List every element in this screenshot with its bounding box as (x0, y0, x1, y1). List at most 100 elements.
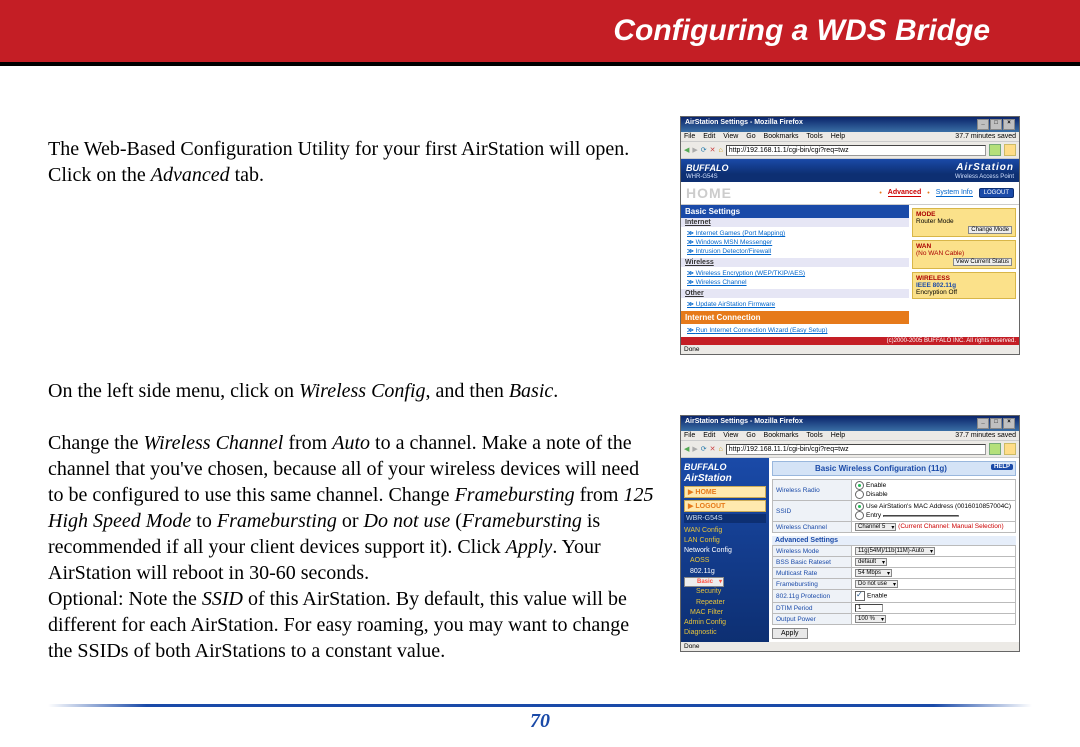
mode-value: Router Mode (916, 218, 1012, 225)
stop-icon[interactable]: ✕ (710, 146, 716, 154)
link-item[interactable]: Update AirStation Firmware (687, 300, 903, 308)
radio-use-mac[interactable] (855, 502, 864, 511)
link-item[interactable]: Wireless Encryption (WEP/TKIP/AES) (687, 269, 903, 277)
maximize-icon[interactable]: □ (990, 119, 1002, 130)
link-item[interactable]: Wireless Channel (687, 278, 903, 286)
menu-help[interactable]: Help (831, 133, 845, 140)
close-icon[interactable]: × (1003, 418, 1015, 429)
menu-tools[interactable]: Tools (806, 432, 822, 439)
close-icon[interactable]: × (1003, 119, 1015, 130)
minimize-icon[interactable]: _ (977, 119, 989, 130)
forward-icon[interactable]: ▶ (692, 445, 697, 453)
stop-icon[interactable]: ✕ (710, 445, 716, 453)
wan-hdr: WAN (916, 243, 1012, 250)
menu-bookmarks[interactable]: Bookmarks (764, 432, 799, 439)
label: Wireless Mode (773, 546, 852, 557)
apply-button[interactable]: Apply (772, 628, 808, 639)
tree-network[interactable]: Network Config (684, 546, 766, 556)
ssid-input[interactable] (883, 515, 959, 517)
tree-repeater[interactable]: Repeater (684, 598, 766, 608)
sidebar-home-button[interactable]: ▶HOME (684, 486, 766, 498)
output-power-select[interactable]: 100 % (855, 615, 886, 623)
dtim-input[interactable]: 1 (855, 604, 883, 612)
row-multicast: Multicast Rate54 Mbps (773, 568, 1016, 579)
protection-checkbox[interactable] (855, 591, 865, 601)
help-button[interactable]: HELP (991, 464, 1013, 470)
forward-icon[interactable]: ▶ (692, 146, 697, 154)
status-bar: Done (681, 345, 1019, 354)
link-item[interactable]: Internet Games (Port Mapping) (687, 229, 903, 237)
tree-macfilter[interactable]: MAC Filter (684, 608, 766, 618)
menu-bookmarks[interactable]: Bookmarks (764, 133, 799, 140)
donotuse-ref: Do not use (364, 510, 451, 532)
tree-wan[interactable]: WAN Config (684, 526, 766, 536)
window-buttons: _ □ × (977, 418, 1015, 429)
screenshot-column: AirStation Settings - Mozilla Firefox _ … (680, 116, 1020, 664)
radio-disable[interactable] (855, 490, 864, 499)
fasterfox-timer: 37.7 minutes saved (955, 432, 1016, 439)
tree-admin[interactable]: Admin Config (684, 618, 766, 628)
home-icon[interactable]: ⌂ (719, 446, 723, 453)
tree-security[interactable]: Security (684, 587, 766, 597)
bss-select[interactable]: default (855, 558, 887, 566)
nav-systeminfo[interactable]: System Info (936, 189, 973, 197)
maximize-icon[interactable]: □ (990, 418, 1002, 429)
screenshot-wireless-config: AirStation Settings - Mozilla Firefox _ … (680, 415, 1020, 652)
menu-edit[interactable]: Edit (703, 432, 715, 439)
logout-button[interactable]: LOGOUT (979, 188, 1014, 198)
link-item[interactable]: Intrusion Detector/Firewall (687, 247, 903, 255)
home-icon[interactable]: ⌂ (719, 147, 723, 154)
sidebar-logout-button[interactable]: ▶LOGOUT (684, 500, 766, 512)
internet-header[interactable]: Internet (681, 218, 909, 227)
bookmark-icon[interactable] (1004, 144, 1016, 156)
menu-go[interactable]: Go (746, 133, 755, 140)
channel-select[interactable]: Channel 5 (855, 523, 896, 531)
reload-icon[interactable]: ⟳ (701, 146, 707, 154)
framebursting-ref: Framebursting (455, 484, 575, 506)
sidebar-tree: WAN Config LAN Config Network Config AOS… (684, 526, 766, 638)
screenshot-home: AirStation Settings - Mozilla Firefox _ … (680, 116, 1020, 355)
view-status-button[interactable]: View Current Status (953, 258, 1012, 266)
tree-diagnostic[interactable]: Diagnostic (684, 628, 766, 638)
nav-advanced[interactable]: Advanced (888, 189, 921, 197)
menu-view[interactable]: View (723, 432, 738, 439)
menu-view[interactable]: View (723, 133, 738, 140)
radio-entry[interactable] (855, 511, 864, 520)
bookmark-icon[interactable] (1004, 443, 1016, 455)
framebursting-select[interactable]: Do not use (855, 580, 898, 588)
menu-go[interactable]: Go (746, 432, 755, 439)
link-item[interactable]: Windows MSN Messenger (687, 238, 903, 246)
link-item[interactable]: Run Internet Connection Wizard (Easy Set… (687, 326, 903, 334)
url-input[interactable]: http://192.168.11.1/cgi-bin/cgi?req=twz (726, 145, 986, 156)
radio-enable[interactable] (855, 481, 864, 490)
menu-file[interactable]: File (684, 133, 695, 140)
multicast-select[interactable]: 54 Mbps (855, 569, 892, 577)
status-bar: Done (681, 642, 1019, 651)
row-output-power: Output Power100 % (773, 614, 1016, 625)
go-icon[interactable] (989, 144, 1001, 156)
tree-80211g[interactable]: 802.11g (684, 567, 766, 577)
wireless-header[interactable]: Wireless (681, 258, 909, 267)
menu-edit[interactable]: Edit (703, 133, 715, 140)
menu-file[interactable]: File (684, 432, 695, 439)
url-input[interactable]: http://192.168.11.1/cgi-bin/cgi?req=twz (726, 444, 986, 455)
change-mode-button[interactable]: Change Mode (968, 226, 1012, 234)
tree-lan[interactable]: LAN Config (684, 536, 766, 546)
back-icon[interactable]: ◀ (684, 146, 689, 154)
basic-settings-header: Basic Settings (681, 205, 909, 218)
tree-aoss[interactable]: AOSS (684, 556, 766, 566)
tree-basic[interactable]: Basic (684, 577, 724, 588)
menu-help[interactable]: Help (831, 432, 845, 439)
reload-icon[interactable]: ⟳ (701, 445, 707, 453)
menu-tools[interactable]: Tools (806, 133, 822, 140)
home-label: HOME (686, 185, 732, 201)
label: BSS Basic Rateset (773, 557, 852, 568)
go-icon[interactable] (989, 443, 1001, 455)
minimize-icon[interactable]: _ (977, 418, 989, 429)
row-wireless-mode: Wireless Mode11g(54M)/11b(11M)-Auto (773, 546, 1016, 557)
wireless-mode-select[interactable]: 11g(54M)/11b(11M)-Auto (855, 547, 935, 555)
browser-toolbar: ◀ ▶ ⟳ ✕ ⌂ http://192.168.11.1/cgi-bin/cg… (681, 141, 1019, 159)
other-header[interactable]: Other (681, 289, 909, 298)
back-icon[interactable]: ◀ (684, 445, 689, 453)
wireless-hdr: WIRELESS (916, 275, 1012, 282)
